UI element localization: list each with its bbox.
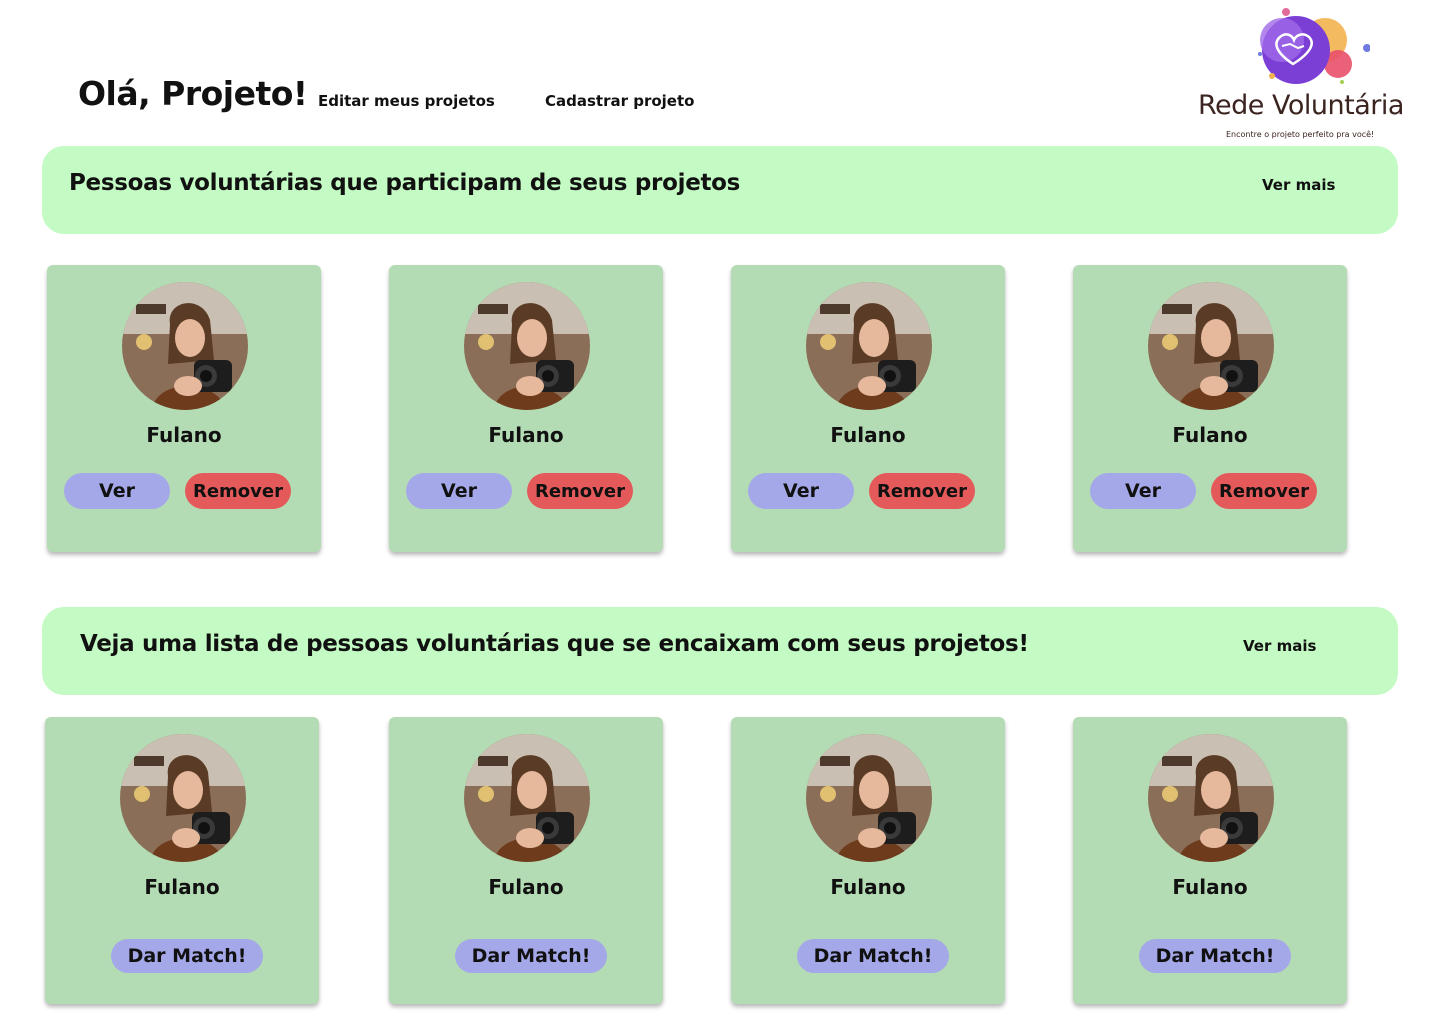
- volunteer-card: Fulano Ver Remover: [731, 265, 1005, 552]
- person-photo-icon: [806, 734, 932, 862]
- remove-volunteer-button[interactable]: Remover: [869, 473, 975, 509]
- participants-section-title: Pessoas voluntárias que participam de se…: [69, 170, 741, 196]
- volunteer-name: Fulano: [1172, 875, 1248, 899]
- brand-logo[interactable]: Rede Voluntária Encontre o projeto perfe…: [1190, 4, 1404, 146]
- person-photo-icon: [464, 734, 590, 862]
- match-card: Fulano Dar Match!: [389, 717, 663, 1004]
- remove-volunteer-button[interactable]: Remover: [185, 473, 291, 509]
- person-photo-icon: [120, 734, 246, 862]
- nav-register-project-link[interactable]: Cadastrar projeto: [545, 92, 694, 110]
- participants-see-more-link[interactable]: Ver mais: [1262, 176, 1335, 194]
- match-card: Fulano Dar Match!: [45, 717, 319, 1004]
- volunteer-name: Fulano: [488, 423, 564, 447]
- heart-handshake-icon: [1258, 8, 1370, 84]
- view-volunteer-button[interactable]: Ver: [64, 473, 170, 509]
- volunteer-card: Fulano Ver Remover: [47, 265, 321, 552]
- matches-section-title: Veja uma lista de pessoas voluntárias qu…: [80, 631, 1029, 657]
- person-photo-icon: [1148, 734, 1274, 862]
- volunteer-name: Fulano: [830, 875, 906, 899]
- volunteer-name: Fulano: [1172, 423, 1248, 447]
- volunteer-card: Fulano Ver Remover: [389, 265, 663, 552]
- match-volunteer-button[interactable]: Dar Match!: [111, 939, 263, 973]
- match-volunteer-button[interactable]: Dar Match!: [797, 939, 949, 973]
- volunteer-card: Fulano Ver Remover: [1073, 265, 1347, 552]
- matches-see-more-link[interactable]: Ver mais: [1243, 637, 1316, 655]
- match-card: Fulano Dar Match!: [1073, 717, 1347, 1004]
- person-photo-icon: [806, 282, 932, 410]
- volunteer-name: Fulano: [488, 875, 564, 899]
- volunteer-name: Fulano: [144, 875, 220, 899]
- match-volunteer-button[interactable]: Dar Match!: [455, 939, 607, 973]
- page-greeting: Olá, Projeto!: [78, 74, 308, 113]
- person-photo-icon: [122, 282, 248, 410]
- nav-edit-projects-link[interactable]: Editar meus projetos: [318, 92, 495, 110]
- match-volunteer-button[interactable]: Dar Match!: [1139, 939, 1291, 973]
- remove-volunteer-button[interactable]: Remover: [527, 473, 633, 509]
- matches-banner: Veja uma lista de pessoas voluntárias qu…: [42, 607, 1398, 695]
- brand-name: Rede Voluntária: [1198, 90, 1404, 121]
- volunteer-name: Fulano: [146, 423, 222, 447]
- volunteer-name: Fulano: [830, 423, 906, 447]
- view-volunteer-button[interactable]: Ver: [406, 473, 512, 509]
- match-card: Fulano Dar Match!: [731, 717, 1005, 1004]
- person-photo-icon: [1148, 282, 1274, 410]
- view-volunteer-button[interactable]: Ver: [748, 473, 854, 509]
- remove-volunteer-button[interactable]: Remover: [1211, 473, 1317, 509]
- person-photo-icon: [464, 282, 590, 410]
- brand-tagline: Encontre o projeto perfeito pra você!: [1226, 130, 1375, 139]
- view-volunteer-button[interactable]: Ver: [1090, 473, 1196, 509]
- participants-banner: Pessoas voluntárias que participam de se…: [42, 146, 1398, 234]
